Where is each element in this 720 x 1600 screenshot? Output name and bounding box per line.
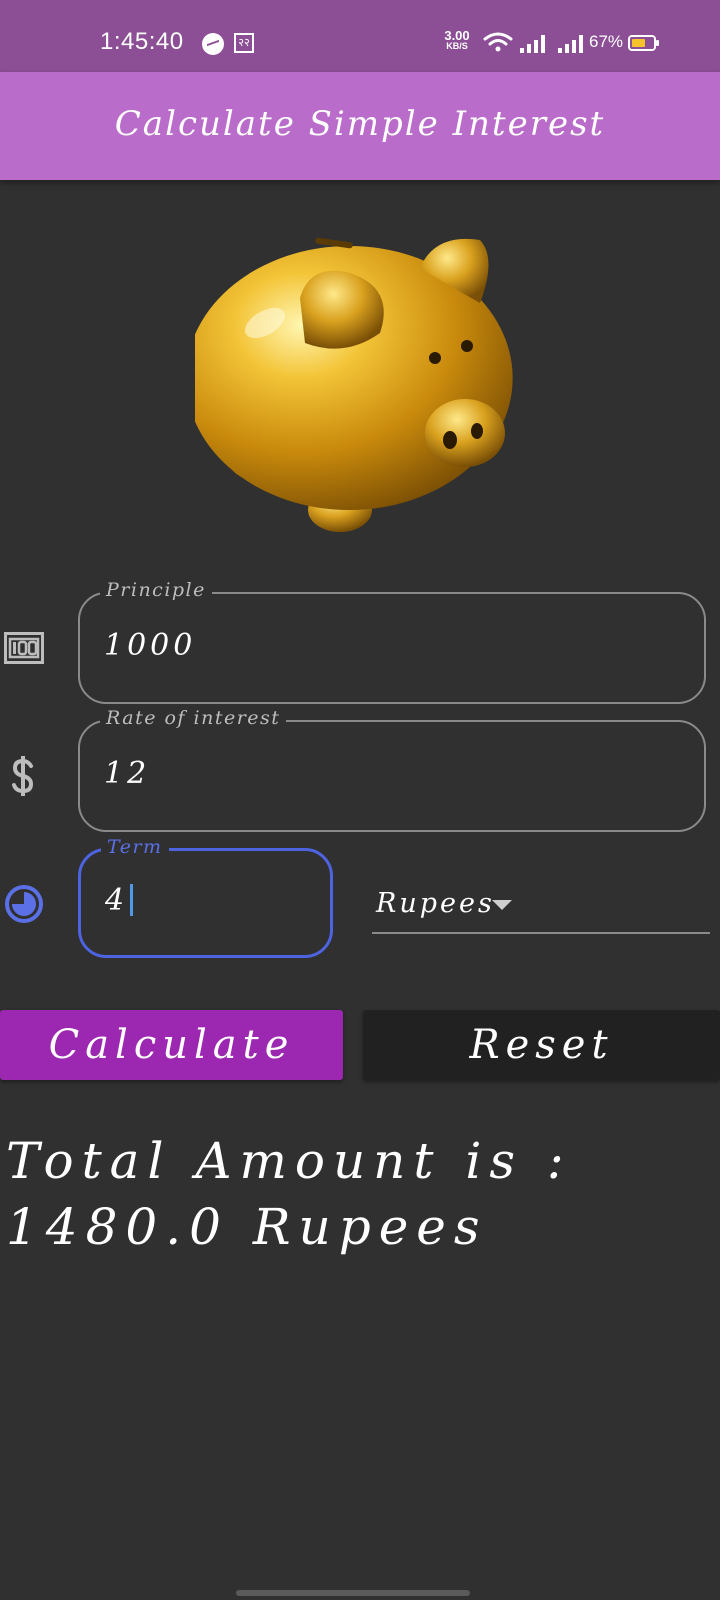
principle-label: Principle [100,579,212,601]
dollar-icon [12,756,34,796]
status-bar: 1:45:40 २२ 3.00 KB/S 67% [0,0,720,72]
signal-icon [520,35,545,53]
term-field[interactable]: Term 4 [78,836,333,958]
page-title: Calculate Simple Interest [114,104,606,144]
principle-input[interactable]: 1000 [104,628,196,663]
clock-icon [5,885,43,923]
term-input[interactable]: 4 [105,883,134,918]
rate-field[interactable]: Rate of interest 12 [78,707,706,832]
term-label: Term [101,836,169,858]
status-time: 1:45:40 [100,28,184,55]
network-speed-value: 3.00 [444,28,470,43]
principle-field[interactable]: Principle 1000 [78,579,706,704]
messenger-icon [202,33,224,55]
app-bar: Calculate Simple Interest [0,72,720,180]
text-cursor [130,884,134,916]
currency-selected: Rupees [376,888,495,919]
battery-icon [628,35,659,51]
money-100-icon [4,632,44,664]
wifi-icon [483,32,513,52]
rate-label: Rate of interest [100,707,287,729]
battery-level [632,39,645,47]
piggy-bank-image [195,237,513,532]
rate-input[interactable]: 12 [104,756,150,791]
dropdown-arrow-icon [492,900,512,910]
sim-badge: २२ [234,33,254,53]
result-text: Total Amount is : 1480.0 Rupees [6,1132,572,1256]
home-indicator[interactable] [236,1590,470,1596]
term-input-value: 4 [105,883,129,918]
signal-icon-secondary [558,35,583,53]
calculate-button[interactable]: Calculate [0,1010,343,1080]
currency-dropdown[interactable]: Rupees [372,884,710,934]
network-speed: 3.00 KB/S [440,28,474,52]
reset-button[interactable]: Reset [363,1010,720,1080]
battery-percent: 67% [589,32,624,51]
